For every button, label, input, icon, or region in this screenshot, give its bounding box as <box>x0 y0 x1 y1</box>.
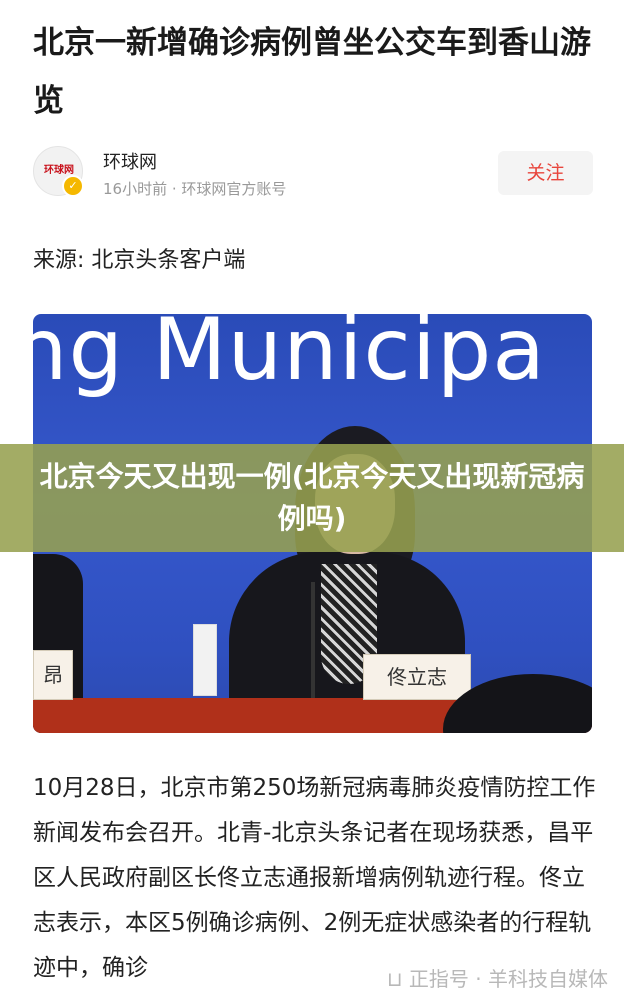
follow-button[interactable]: 关注 <box>498 151 593 195</box>
photo-cup <box>193 624 217 696</box>
author-avatar[interactable]: 环球网 ✓ <box>33 146 84 197</box>
author-meta: 16小时前 · 环球网官方账号 <box>103 180 287 198</box>
watermark: ⊔ 正指号 · 羊科技自媒体 <box>386 967 608 991</box>
title-overlay: 北京今天又出现一例(北京今天又出现新冠病例吗) <box>0 444 624 552</box>
photo-name-plate: 佟立志 <box>363 654 471 700</box>
photo-name-plate-left: 昂 <box>33 650 73 700</box>
article-body: 10月28日，北京市第250场新冠病毒肺炎疫情防控工作新闻发布会召开。北青-北京… <box>33 775 596 981</box>
avatar-logo: 环球网 <box>44 165 74 176</box>
photo-banner-text: ng Municipa <box>33 314 547 400</box>
check-badge-icon: ✓ <box>62 175 84 197</box>
photo-microphone <box>311 582 315 702</box>
overlay-title: 北京今天又出现一例(北京今天又出现新冠病例吗) <box>39 460 585 535</box>
author-row: 环球网 ✓ 环球网 16小时前 · 环球网官方账号 关注 <box>33 146 593 202</box>
author-name[interactable]: 环球网 <box>103 148 157 174</box>
article-title: 北京一新增确诊病例曾坐公交车到香山游览 <box>33 25 591 119</box>
article-source: 来源: 北京头条客户端 <box>33 248 246 273</box>
